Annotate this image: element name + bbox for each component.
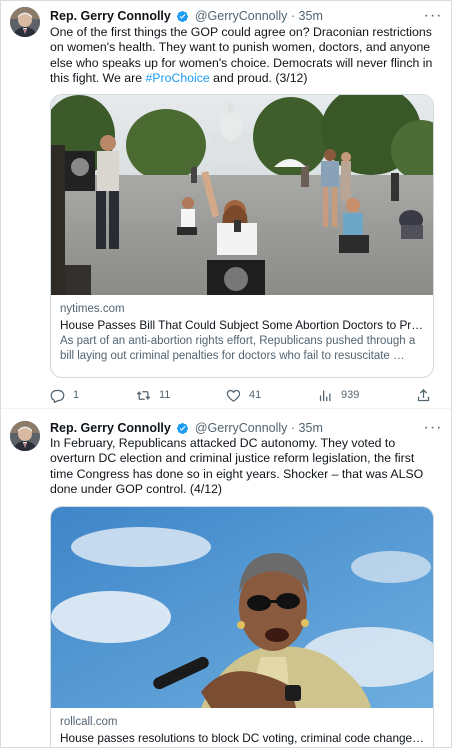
bar-chart-icon [318,388,333,403]
retweet-count: 11 [159,389,171,401]
tweet-text: In February, Republicans attacked DC aut… [50,436,424,497]
share-icon [416,388,431,403]
card-image[interactable] [51,507,433,708]
card-domain: nytimes.com [60,303,125,315]
retweet-button[interactable]: 11 [136,385,170,405]
retweet-icon [136,388,151,403]
avatar[interactable] [10,7,40,37]
tweet-actions: 1 11 41 939 [50,385,434,405]
more-options-icon[interactable]: ··· [423,418,443,438]
separator-dot: · [290,9,296,23]
hashtag-link[interactable]: #ProChoice [145,71,209,85]
author-handle[interactable]: @GerryConnolly [195,9,288,23]
author-name[interactable]: Rep. Gerry Connolly [50,9,171,23]
heart-icon [226,388,241,403]
card-title[interactable]: House Passes Bill That Could Subject Som… [60,317,424,333]
link-card[interactable]: rollcall.com House passes resolutions to… [50,506,434,747]
more-options-icon[interactable]: ··· [423,6,443,26]
separator-dot: · [290,421,296,435]
reply-button[interactable]: 1 [50,385,79,405]
tweet-header: Rep. Gerry Connolly @GerryConnolly · 35m… [50,6,443,26]
card-title[interactable]: House passes resolutions to block DC vot… [60,730,424,746]
like-button[interactable]: 41 [226,385,261,405]
card-description: As part of an anti-abortion rights effor… [60,335,416,362]
tweet[interactable]: Rep. Gerry Connolly @GerryConnolly · 35m… [1,409,451,747]
views-button[interactable]: 939 [318,385,359,405]
reply-icon [50,388,65,403]
card-image[interactable] [51,95,433,295]
like-count: 41 [249,389,262,401]
author-name[interactable]: Rep. Gerry Connolly [50,421,171,435]
card-body: nytimes.com House Passes Bill That Could… [51,295,433,364]
card-body: rollcall.com House passes resolutions to… [51,708,433,746]
author-handle[interactable]: @GerryConnolly [195,421,288,435]
tweet-text-tail: and proud. (3/12) [209,71,308,86]
tweet-text: One of the first things the GOP could ag… [50,25,440,87]
timestamp[interactable]: 35m [299,9,323,23]
share-button[interactable] [416,385,431,405]
avatar[interactable] [10,421,40,451]
timestamp[interactable]: 35m [299,421,323,435]
views-count: 939 [341,389,360,401]
link-card[interactable]: nytimes.com House Passes Bill That Could… [50,94,434,378]
reply-count: 1 [73,389,80,401]
timeline: Rep. Gerry Connolly @GerryConnolly · 35m… [0,0,452,748]
card-domain: rollcall.com [60,716,118,728]
tweet-header: Rep. Gerry Connolly @GerryConnolly · 35m… [50,418,443,438]
tweet[interactable]: Rep. Gerry Connolly @GerryConnolly · 35m… [1,1,451,409]
